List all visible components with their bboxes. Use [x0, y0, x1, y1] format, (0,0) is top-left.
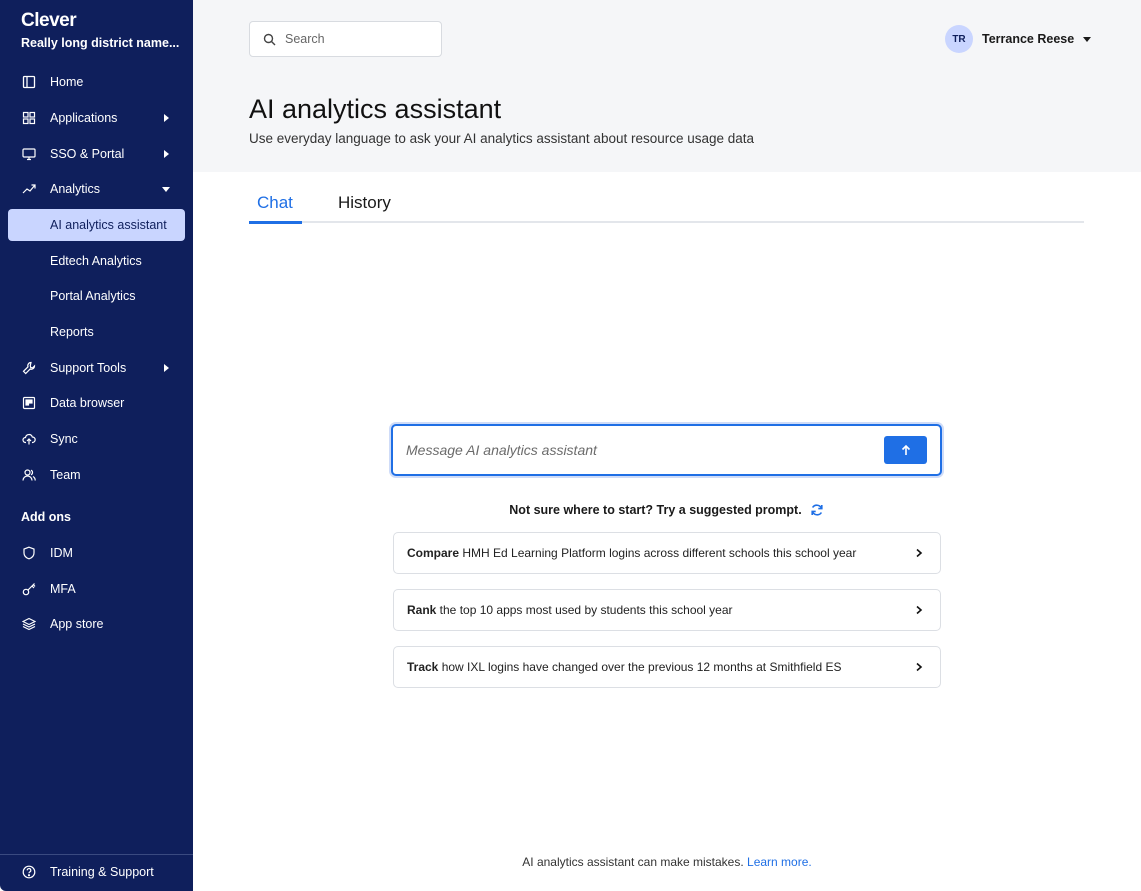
sidebar-item-home[interactable]: Home	[8, 66, 185, 98]
caret-down-icon	[1083, 37, 1092, 42]
send-button[interactable]	[884, 436, 927, 464]
monitor-icon	[22, 147, 36, 161]
sidebar-item-label: Reports	[50, 325, 94, 339]
disclaimer: AI analytics assistant can make mistakes…	[193, 855, 1141, 869]
clever-logo[interactable]: Clever	[21, 10, 77, 32]
caret-down-icon	[162, 187, 170, 192]
prompt-rest: HMH Ed Learning Platform logins across d…	[459, 546, 857, 560]
addons-heading: Add ons	[21, 510, 71, 524]
grid-icon	[22, 111, 36, 125]
chevron-right-icon	[916, 662, 923, 672]
caret-right-icon	[164, 114, 169, 122]
sidebar-item-applications[interactable]: Applications	[8, 102, 185, 134]
trend-up-icon	[22, 182, 36, 196]
arrow-up-icon	[901, 444, 910, 455]
sidebar-item-analytics[interactable]: Analytics	[8, 173, 185, 205]
search-box[interactable]: Search	[249, 21, 442, 57]
suggested-prompts-heading: Not sure where to start? Try a suggested…	[391, 503, 942, 517]
search-placeholder: Search	[285, 32, 325, 46]
shield-icon	[22, 546, 36, 560]
prompt-text: Track how IXL logins have changed over t…	[407, 660, 841, 674]
sidebar-item-data-browser[interactable]: Data browser	[8, 387, 185, 419]
message-input[interactable]	[406, 440, 866, 460]
suggested-prompt[interactable]: Rank the top 10 apps most used by studen…	[393, 589, 941, 631]
sidebar-item-label: Data browser	[50, 396, 125, 410]
sidebar-item-label: Edtech Analytics	[50, 254, 142, 268]
sidebar-item-portal-analytics[interactable]: Portal Analytics	[8, 280, 185, 312]
caret-right-icon	[164, 150, 169, 158]
caret-right-icon	[164, 364, 169, 372]
sidebar-item-edtech-analytics[interactable]: Edtech Analytics	[8, 245, 185, 277]
sidebar-item-label: MFA	[50, 582, 76, 596]
layers-icon	[22, 617, 36, 631]
sidebar-item-label: IDM	[50, 546, 73, 560]
home-icon	[22, 75, 36, 89]
disclaimer-text: AI analytics assistant can make mistakes…	[522, 855, 744, 869]
sidebar-item-idm[interactable]: IDM	[8, 537, 185, 569]
prompt-text: Compare HMH Ed Learning Platform logins …	[407, 546, 856, 560]
prompt-verb: Rank	[407, 603, 437, 617]
sidebar-item-mfa[interactable]: MFA	[8, 573, 185, 605]
key-icon	[22, 582, 36, 596]
sidebar-item-label: SSO & Portal	[50, 147, 125, 161]
prompt-verb: Track	[407, 660, 439, 674]
sidebar-item-ai-analytics-assistant[interactable]: AI analytics assistant	[8, 209, 185, 241]
chevron-right-icon	[916, 605, 923, 615]
tabs-divider	[249, 221, 1084, 223]
prompt-verb: Compare	[407, 546, 460, 560]
sidebar-item-label: Support Tools	[50, 361, 127, 375]
sidebar-item-label: Portal Analytics	[50, 289, 136, 303]
prompt-text: Rank the top 10 apps most used by studen…	[407, 603, 733, 617]
sidebar-item-sync[interactable]: Sync	[8, 423, 185, 455]
sidebar-item-label: Analytics	[50, 182, 101, 196]
sidebar: Clever Really long district name... Home…	[0, 0, 193, 891]
avatar: TR	[945, 25, 973, 53]
sidebar-item-app-store[interactable]: App store	[8, 608, 185, 640]
sidebar-item-label: AI analytics assistant	[50, 218, 167, 232]
suggested-prompt[interactable]: Track how IXL logins have changed over t…	[393, 646, 941, 688]
sidebar-item-reports[interactable]: Reports	[8, 316, 185, 348]
prompt-rest: how IXL logins have changed over the pre…	[438, 660, 842, 674]
data-browser-icon	[22, 396, 36, 410]
refresh-icon[interactable]	[810, 503, 824, 517]
active-tab-indicator	[249, 221, 302, 224]
suggested-prompts-text: Not sure where to start? Try a suggested…	[509, 503, 802, 517]
user-menu[interactable]: TR Terrance Reese	[945, 25, 1092, 53]
learn-more-link[interactable]: Learn more.	[747, 855, 812, 869]
search-icon	[263, 33, 276, 45]
sidebar-item-label: App store	[50, 617, 104, 631]
sidebar-item-support-tools[interactable]: Support Tools	[8, 352, 185, 384]
sidebar-item-label: Applications	[50, 111, 118, 125]
district-name[interactable]: Really long district name...	[21, 36, 179, 50]
sidebar-item-team[interactable]: Team	[8, 459, 185, 491]
help-circle-icon	[22, 865, 36, 879]
sidebar-item-sso-portal[interactable]: SSO & Portal	[8, 138, 185, 170]
tab-history[interactable]: History	[338, 193, 391, 213]
chevron-right-icon	[916, 548, 923, 558]
user-name: Terrance Reese	[982, 32, 1075, 46]
sidebar-item-label: Home	[50, 75, 84, 89]
sidebar-divider	[0, 854, 193, 855]
page-title: AI analytics assistant	[249, 94, 502, 124]
sidebar-item-label: Sync	[50, 432, 78, 446]
wrench-icon	[22, 361, 36, 375]
users-icon	[22, 468, 36, 482]
page-subtitle: Use everyday language to ask your AI ana…	[249, 131, 755, 146]
suggested-prompt[interactable]: Compare HMH Ed Learning Platform logins …	[393, 532, 941, 574]
tab-chat[interactable]: Chat	[257, 193, 293, 213]
sidebar-item-training-support[interactable]: Training & Support	[8, 856, 185, 888]
message-composer	[391, 424, 942, 476]
cloud-upload-icon	[22, 432, 36, 446]
sidebar-item-label: Training & Support	[50, 865, 154, 879]
sidebar-item-label: Team	[50, 468, 81, 482]
prompt-rest: the top 10 apps most used by students th…	[436, 603, 733, 617]
